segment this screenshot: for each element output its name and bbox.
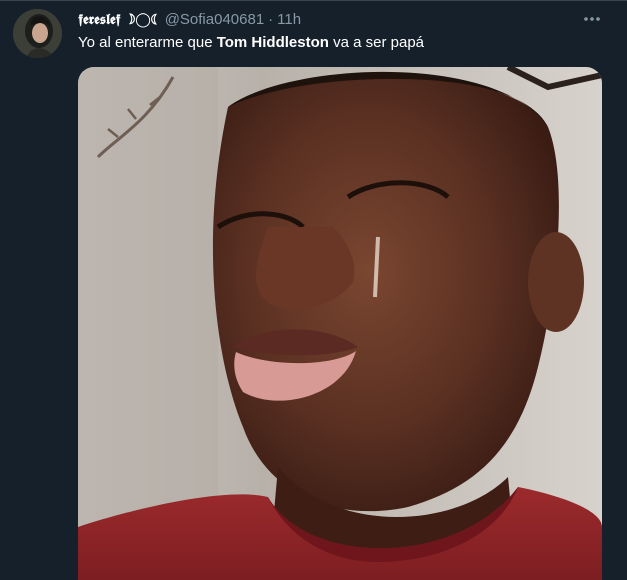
divider (0, 0, 627, 1)
tweet-card[interactable]: 𝖋𝖊𝖗𝖊𝖘𝖑𝖊𝖋 ☽◯☾ @Sofia040681 · 11h Yo al en… (0, 0, 627, 580)
user-handle[interactable]: @Sofia040681 (165, 10, 264, 30)
display-name[interactable]: 𝖋𝖊𝖗𝖊𝖘𝖑𝖊𝖋 ☽◯☾ (78, 10, 161, 30)
avatar-image (13, 9, 62, 58)
timestamp[interactable]: 11h (277, 10, 301, 30)
more-horizontal-icon (584, 17, 600, 21)
separator-dot: · (268, 11, 274, 28)
avatar[interactable] (13, 9, 62, 58)
tweet-text: Yo al enterarme que Tom Hiddleston va a … (78, 33, 424, 53)
tweet-text-end: va a ser papá (328, 34, 424, 51)
tweet-photo[interactable] (78, 67, 602, 580)
more-options-button[interactable] (579, 8, 605, 30)
tweet-header: 𝖋𝖊𝖗𝖊𝖘𝖑𝖊𝖋 ☽◯☾ @Sofia040681 · 11h (78, 10, 301, 30)
tweet-text-start: Yo al enterarme que (78, 34, 217, 51)
tweet-text-bold: Tom Hiddleston (216, 34, 329, 51)
crying-man-photo (78, 67, 602, 580)
